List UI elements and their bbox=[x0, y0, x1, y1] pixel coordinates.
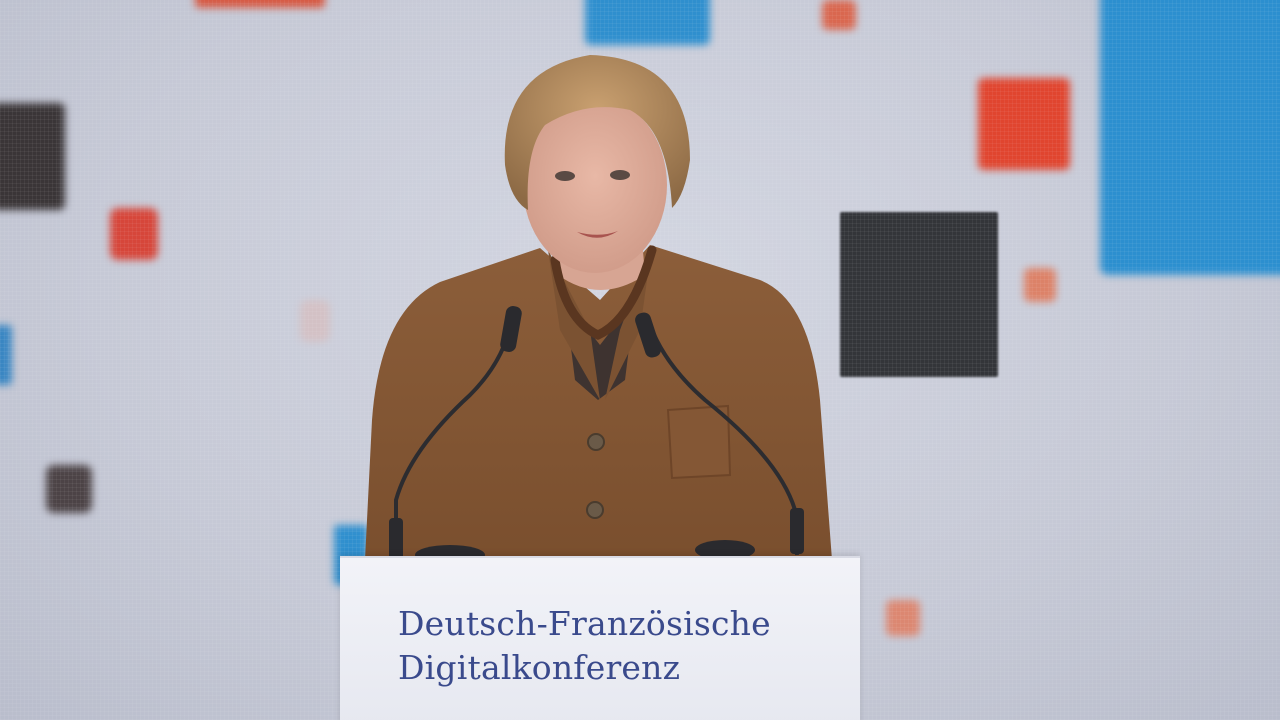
microphone-right-base bbox=[790, 508, 804, 554]
podium-sign-line-1: Deutsch-Französische bbox=[398, 604, 771, 643]
eye-left bbox=[555, 171, 575, 181]
podium-sign-line-2: Digitalkonferenz bbox=[398, 648, 681, 687]
jacket-pocket bbox=[666, 404, 732, 480]
eye-right bbox=[610, 170, 630, 180]
podium-sign: Deutsch-Französische Digitalkonferenz bbox=[398, 602, 771, 690]
podium: Deutsch-Französische Digitalkonferenz bbox=[340, 556, 860, 720]
jacket-button-1 bbox=[587, 433, 605, 451]
conference-stage: Deutsch-Französische Digitalkonferenz bbox=[0, 0, 1280, 720]
jacket-button-2 bbox=[586, 501, 604, 519]
